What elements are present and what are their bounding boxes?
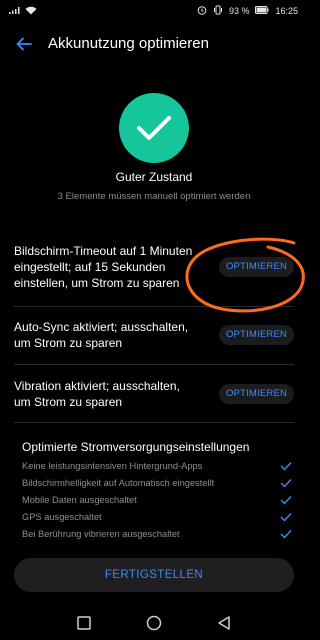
optimized-row: Keine leistungsintensiven Hintergrund-Ap… xyxy=(22,458,292,473)
optimize-item-vibration: Vibration aktiviert; ausschalten, um Str… xyxy=(14,378,294,410)
optimized-row-label: Bei Berührung vibrieren ausgeschaltet xyxy=(22,528,180,539)
back-arrow-icon[interactable] xyxy=(14,34,34,54)
optimized-row: Bei Berührung vibrieren ausgeschaltet xyxy=(22,526,292,541)
item-line: Auto-Sync aktiviert; ausschalten, xyxy=(14,320,189,334)
battery-level: 93 % xyxy=(228,6,250,16)
checkmark-icon xyxy=(137,116,171,140)
check-icon xyxy=(280,512,292,522)
home-nav-icon[interactable] xyxy=(145,614,163,632)
signal-icon xyxy=(8,6,20,17)
divider xyxy=(14,306,294,307)
optimized-row-label: Mobile Daten ausgeschaltet xyxy=(22,494,137,505)
vibrate-icon xyxy=(213,5,223,17)
item-line: um Strom zu sparen xyxy=(14,395,123,409)
optimized-section-title: Optimierte Stromversorgungseinstellungen xyxy=(22,440,250,454)
navigation-bar xyxy=(0,606,308,640)
page-title: Akkunutzung optimieren xyxy=(48,35,209,52)
recents-nav-icon[interactable] xyxy=(75,614,93,632)
optimize-button[interactable]: OPTIMIEREN xyxy=(219,257,294,277)
status-title: Guter Zustand xyxy=(115,170,193,184)
status-indicator xyxy=(119,93,189,163)
divider xyxy=(14,422,294,423)
optimize-button[interactable]: OPTIMIEREN xyxy=(219,384,294,404)
optimized-row: Bildschirmhelligkeit auf Automatisch ein… xyxy=(22,475,292,490)
item-line: Vibration aktiviert; ausschalten, xyxy=(14,379,180,393)
app-bar: Akkunutzung optimieren xyxy=(0,22,308,68)
optimized-row-label: GPS ausgeschaltet xyxy=(22,511,102,522)
clock: 16:25 xyxy=(275,6,298,16)
check-icon xyxy=(280,495,292,505)
item-description: Bildschirm-Timeout auf 1 Minuten eingest… xyxy=(14,243,204,291)
item-line: Bildschirm-Timeout auf 1 Minuten xyxy=(14,244,193,258)
item-line: eingestellt; auf 15 Sekunden xyxy=(14,260,166,274)
check-icon xyxy=(280,478,292,488)
optimized-row: Mobile Daten ausgeschaltet xyxy=(22,492,292,507)
check-icon xyxy=(280,461,292,471)
item-line: einstellen, um Strom zu sparen xyxy=(14,276,180,290)
finish-button[interactable]: FERTIGSTELLEN xyxy=(14,558,294,592)
divider xyxy=(14,364,294,365)
optimized-row-label: Keine leistungsintensiven Hintergrund-Ap… xyxy=(22,460,203,471)
optimize-item-auto-sync: Auto-Sync aktiviert; ausschalten, um Str… xyxy=(14,319,294,351)
optimized-row: GPS ausgeschaltet xyxy=(22,509,292,524)
item-description: Auto-Sync aktiviert; ausschalten, um Str… xyxy=(14,319,204,351)
optimized-row-label: Bildschirmhelligkeit auf Automatisch ein… xyxy=(22,477,215,488)
item-description: Vibration aktiviert; ausschalten, um Str… xyxy=(14,378,204,410)
wifi-icon xyxy=(25,6,37,17)
back-nav-icon[interactable] xyxy=(215,614,233,632)
status-subtitle: 3 Elemente müssen manuell optimiert werd… xyxy=(57,191,251,202)
optimize-button[interactable]: OPTIMIEREN xyxy=(219,325,294,345)
check-icon xyxy=(280,529,292,539)
optimize-item-screen-timeout: Bildschirm-Timeout auf 1 Minuten eingest… xyxy=(14,243,294,291)
alarm-icon xyxy=(197,5,207,17)
status-bar: 93 % 16:25 xyxy=(0,0,308,22)
battery-icon xyxy=(255,6,269,16)
item-line: um Strom zu sparen xyxy=(14,336,123,350)
